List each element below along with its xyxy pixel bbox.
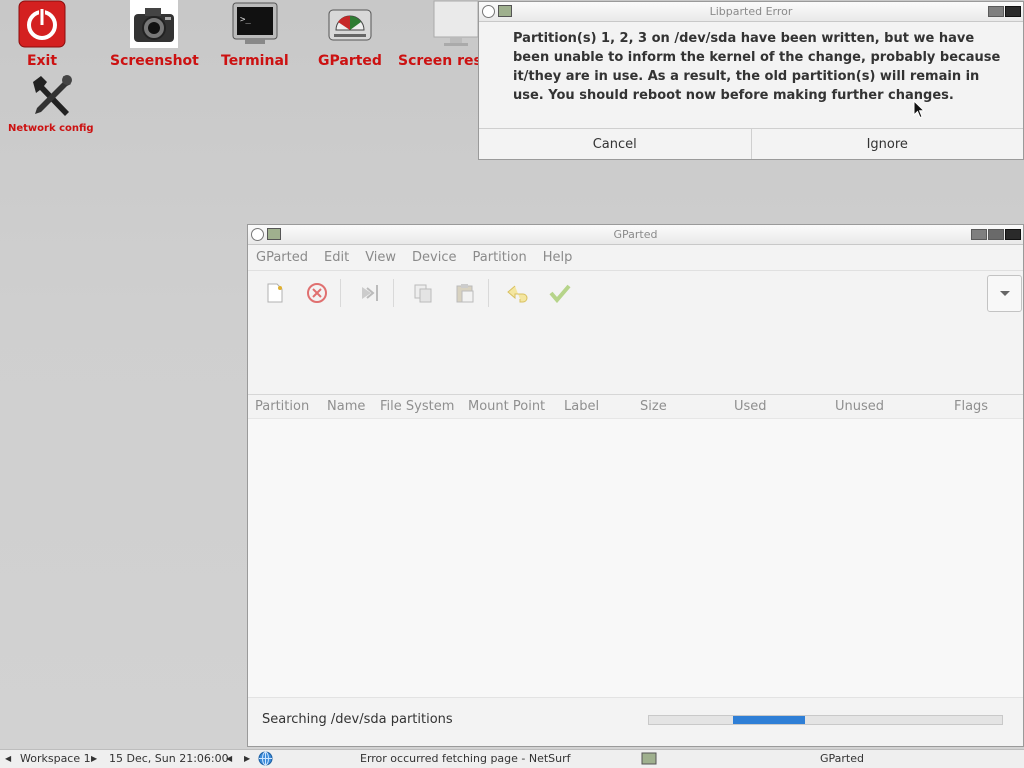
error-message: Partition(s) 1, 2, 3 on /dev/sda have be… [513, 31, 1001, 103]
clock: 15 Dec, Sun 21:06:00 [109, 752, 229, 765]
column-partition[interactable]: Partition [255, 399, 309, 414]
progress-fill [733, 716, 805, 724]
workspace-name[interactable]: Workspace 1 [20, 752, 91, 765]
app-icon [498, 5, 512, 17]
status-text: Searching /dev/sda partitions [262, 712, 453, 727]
paste-button[interactable] [452, 280, 478, 306]
delete-icon [307, 283, 327, 303]
chevron-down-icon [999, 290, 1010, 296]
terminal-icon: >_ [231, 0, 279, 48]
desktop-icon-label: Exit [26, 53, 58, 69]
column-label[interactable]: Label [564, 399, 599, 414]
menu-gparted[interactable]: GParted [256, 250, 308, 265]
resize-move-button[interactable] [357, 280, 383, 306]
ignore-button[interactable]: Ignore [750, 129, 1024, 159]
close-button[interactable] [1005, 229, 1021, 240]
cancel-button[interactable]: Cancel [479, 129, 751, 159]
delete-partition-button[interactable] [304, 280, 330, 306]
statusbar: Searching /dev/sda partitions [248, 697, 1023, 743]
desktop-icon-label: Terminal [221, 53, 289, 69]
dialog-title: Libparted Error [709, 5, 793, 18]
gparted-titlebar[interactable]: GParted [248, 225, 1023, 245]
checkmark-icon [549, 284, 571, 303]
taskbar: ◀ Workspace 1 ▶ 15 Dec, Sun 21:06:00 ◀ ▶… [0, 749, 1024, 768]
partition-list-header: Partition Name File System Mount Point L… [248, 395, 1023, 419]
device-selector[interactable] [987, 275, 1022, 312]
app-icon [267, 228, 281, 240]
svg-text:>_: >_ [240, 15, 251, 25]
new-document-icon [267, 283, 283, 303]
column-file-system[interactable]: File System [380, 399, 454, 414]
resize-icon [362, 285, 378, 301]
maximize-button[interactable] [988, 229, 1004, 240]
desktop-icon-terminal[interactable]: >_ Terminal [221, 0, 289, 69]
task-prev-icon[interactable]: ◀ [226, 754, 232, 763]
menu-view[interactable]: View [365, 250, 396, 265]
undo-button[interactable] [505, 280, 531, 306]
minimize-button[interactable] [988, 6, 1004, 17]
minimize-button[interactable] [971, 229, 987, 240]
new-partition-button[interactable] [262, 280, 288, 306]
column-flags[interactable]: Flags [954, 399, 988, 414]
paste-icon [456, 284, 474, 303]
column-used[interactable]: Used [734, 399, 767, 414]
column-unused[interactable]: Unused [835, 399, 884, 414]
window-title: GParted [613, 228, 658, 241]
desktop-icon-label: Network config [8, 123, 94, 134]
dialog-titlebar[interactable]: Libparted Error [479, 2, 1023, 22]
menu-device[interactable]: Device [412, 250, 456, 265]
desktop-icon-screenshot[interactable]: Screenshot [110, 0, 199, 69]
monitor-icon [432, 0, 480, 48]
disk-icon [326, 0, 374, 48]
copy-button[interactable] [410, 280, 436, 306]
window-menu-icon[interactable] [482, 5, 495, 18]
column-name[interactable]: Name [327, 399, 365, 414]
undo-icon [507, 285, 528, 303]
power-icon [18, 0, 66, 48]
workspace-next-icon[interactable]: ▶ [91, 754, 97, 763]
copy-icon [414, 284, 432, 303]
workspace-prev-icon[interactable]: ◀ [5, 754, 11, 763]
task-next-icon[interactable]: ▶ [244, 754, 250, 763]
partition-list[interactable] [248, 419, 1023, 697]
desktop-icon-label: Screenshot [110, 53, 199, 69]
camera-icon [130, 0, 179, 48]
toolbar-separator [393, 279, 394, 307]
progress-bar [648, 715, 1003, 725]
toolbar-separator [488, 279, 489, 307]
menubar: GParted Edit View Device Partition Help [248, 245, 1023, 271]
task-netsurf[interactable]: Error occurred fetching page - NetSurf [360, 752, 571, 765]
desktop-icon-network-config[interactable]: Network config [8, 72, 94, 134]
menu-edit[interactable]: Edit [324, 250, 349, 265]
column-size[interactable]: Size [640, 399, 667, 414]
menu-help[interactable]: Help [543, 250, 573, 265]
mouse-cursor-icon [913, 99, 926, 123]
desktop-icon-label: GParted [318, 53, 382, 69]
desktop-icon-gparted[interactable]: GParted [318, 0, 382, 69]
wrench-screwdriver-icon [27, 72, 75, 120]
gparted-task-icon [641, 752, 657, 768]
gparted-window: GParted GParted Edit View Device Partiti… [247, 224, 1024, 747]
toolbar-separator [340, 279, 341, 307]
desktop-icon-exit[interactable]: Exit [18, 0, 66, 69]
window-menu-icon[interactable] [251, 228, 264, 241]
globe-icon[interactable] [258, 751, 273, 768]
menu-partition[interactable]: Partition [473, 250, 527, 265]
column-mount-point[interactable]: Mount Point [468, 399, 545, 414]
dialog-buttons: Cancel Ignore [479, 128, 1023, 159]
close-button[interactable] [1005, 6, 1021, 17]
partition-graph-area [248, 315, 1023, 395]
apply-button[interactable] [547, 280, 573, 306]
libparted-error-dialog: Libparted Error Partition(s) 1, 2, 3 on … [478, 1, 1024, 160]
task-gparted[interactable]: GParted [820, 752, 864, 765]
toolbar [248, 271, 1023, 315]
